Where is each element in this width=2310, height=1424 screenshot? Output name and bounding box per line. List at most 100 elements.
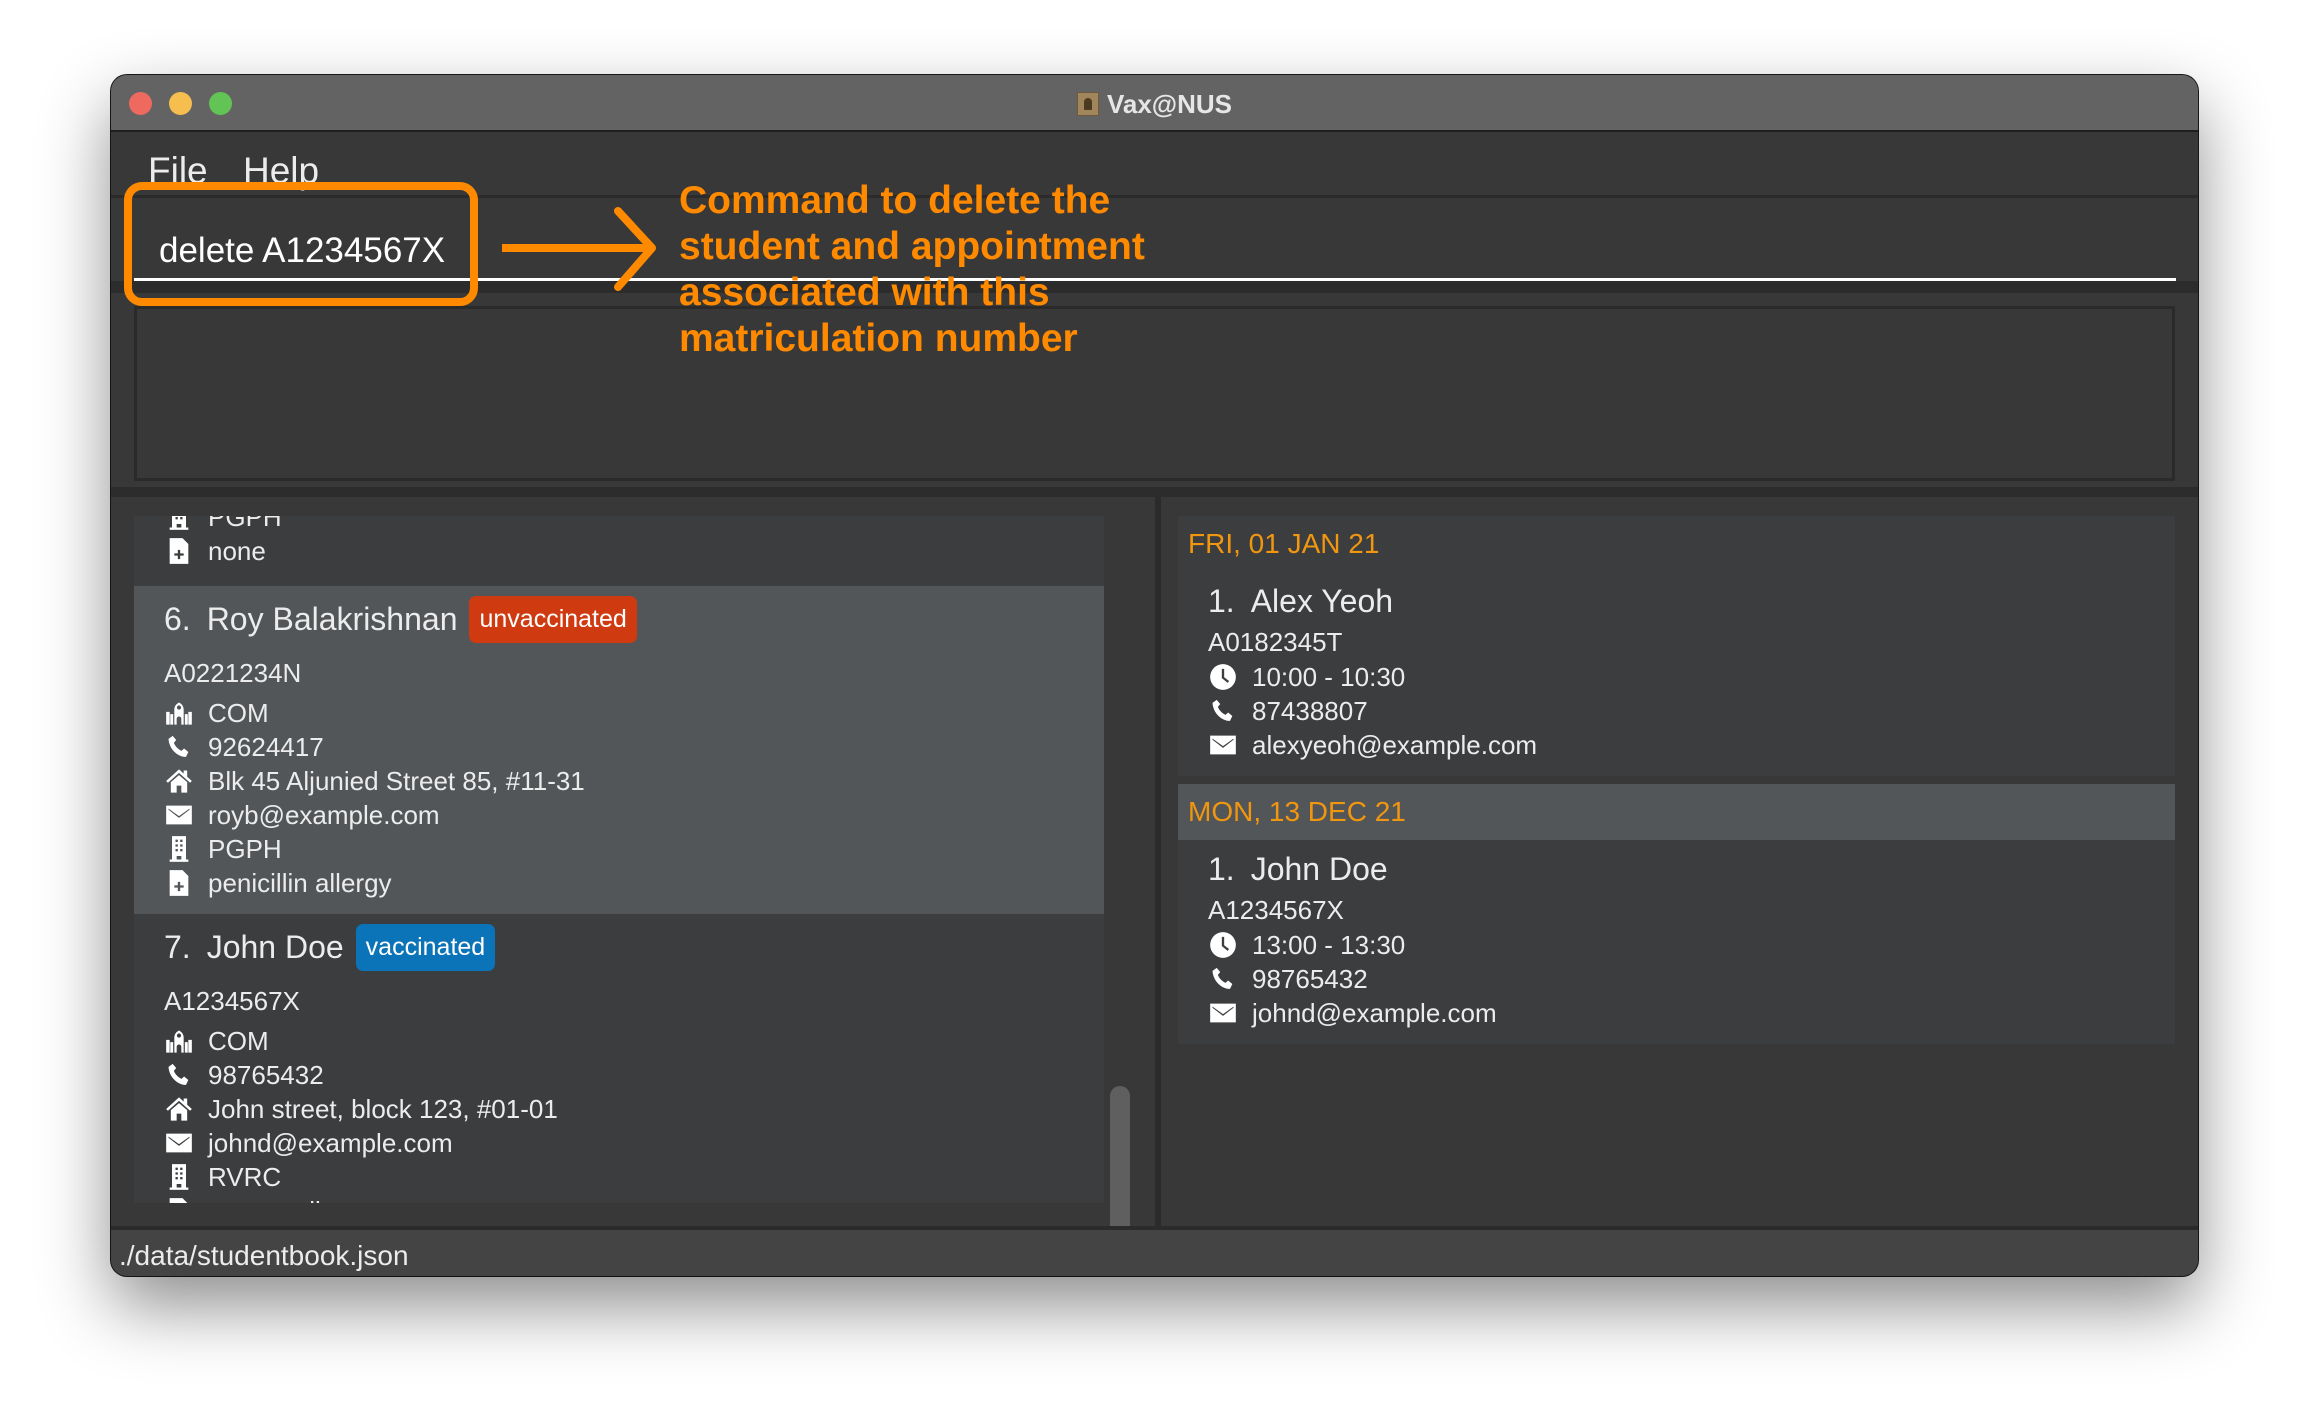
- student-index: 7.: [164, 928, 191, 965]
- email-icon: [164, 1128, 194, 1158]
- annotation-line: associated with this: [679, 271, 1050, 314]
- housing-row: RVRC: [164, 1160, 1104, 1194]
- appointment-card[interactable]: 1. Alex Yeoh A0182345T 10:00 - 10:30 874…: [1178, 572, 2175, 776]
- appointment-date-header[interactable]: MON, 13 DEC 21: [1178, 784, 2175, 840]
- annotation-highlight-box: [124, 182, 478, 306]
- phone-icon: [164, 732, 194, 762]
- time-value: 10:00 - 10:30: [1252, 661, 1406, 692]
- housing-value: PGPH: [208, 516, 282, 532]
- phone-icon: [164, 1060, 194, 1090]
- home-icon: [164, 766, 194, 796]
- phone-icon: [1208, 696, 1238, 726]
- vaccination-status-badge: vaccinated: [355, 923, 496, 971]
- home-icon: [164, 1094, 194, 1124]
- title-bar: Vax@NUS: [111, 75, 2198, 132]
- matric-number: A0182345T: [1208, 626, 1343, 657]
- student-header: 7. John Doe vaccinated: [164, 916, 1104, 978]
- window-title: Vax@NUS: [1106, 89, 1233, 119]
- student-card[interactable]: 7. John Doe vaccinated A1234567X COM 987…: [134, 914, 1104, 1203]
- student-list-panel: PGPH none 6. Roy Balakrishnan unvaccinat…: [111, 497, 1155, 1268]
- email-icon: [1208, 998, 1238, 1028]
- address-row: Blk 45 Aljunied Street 85, #11-31: [164, 764, 1104, 798]
- email-row: johnd@example.com: [1208, 996, 2175, 1030]
- time-row: 13:00 - 13:30: [1208, 928, 2175, 962]
- housing-value: RVRC: [208, 1161, 282, 1192]
- section-divider: [111, 487, 2198, 497]
- email-row: alexyeoh@example.com: [1208, 728, 2175, 762]
- appointment-list[interactable]: FRI, 01 JAN 21 1. Alex Yeoh A0182345T 10…: [1178, 516, 2175, 1044]
- time-value: 13:00 - 13:30: [1252, 929, 1406, 960]
- matric-number: A1234567X: [1208, 894, 1344, 925]
- student-header: 6. Roy Balakrishnan unvaccinated: [164, 588, 1104, 650]
- email-row: royb@example.com: [164, 798, 1104, 832]
- faculty-value: COM: [208, 1025, 269, 1056]
- status-bar: ./data/studentbook.json: [111, 1226, 2198, 1276]
- annotation-text: Command to delete the student and appoin…: [679, 178, 1145, 362]
- phone-value: 92624417: [208, 731, 324, 762]
- annotation-line: student and appointment: [679, 225, 1145, 268]
- appointment-header: 1. John Doe: [1208, 846, 2175, 892]
- appointment-student-name: Alex Yeoh: [1250, 582, 1394, 619]
- appointment-header: 1. Alex Yeoh: [1208, 578, 2175, 624]
- email-value: johnd@example.com: [208, 1127, 453, 1158]
- medical-row: peanut allergy: [164, 1194, 1104, 1203]
- medical-row: none: [164, 534, 1104, 568]
- student-index: 6.: [164, 600, 191, 637]
- university-icon: [164, 698, 194, 728]
- annotation-arrow-icon: [502, 207, 656, 291]
- building-icon: [164, 834, 194, 864]
- medical-value: peanut allergy: [208, 1196, 371, 1204]
- email-icon: [1208, 730, 1238, 760]
- phone-row: 98765432: [164, 1058, 1104, 1092]
- housing-row: PGPH: [164, 832, 1104, 866]
- vaccination-status-badge: unvaccinated: [469, 595, 637, 643]
- student-card-partial[interactable]: PGPH none: [134, 516, 1104, 586]
- student-card[interactable]: 6. Roy Balakrishnan unvaccinated A022123…: [134, 586, 1104, 914]
- window-title-wrap: Vax@NUS: [111, 89, 2198, 120]
- medical-row: penicillin allergy: [164, 866, 1104, 900]
- address-row: John street, block 123, #01-01: [164, 1092, 1104, 1126]
- email-icon: [164, 800, 194, 830]
- medical-value: penicillin allergy: [208, 867, 392, 898]
- appointment-index: 1.: [1208, 582, 1235, 619]
- housing-value: PGPH: [208, 833, 282, 864]
- medical-file-icon: [164, 868, 194, 898]
- appointment-index: 1.: [1208, 850, 1235, 887]
- email-row: johnd@example.com: [164, 1126, 1104, 1160]
- appointment-date-header[interactable]: FRI, 01 JAN 21: [1178, 516, 2175, 572]
- faculty-row: COM: [164, 696, 1104, 730]
- appointment-card[interactable]: 1. John Doe A1234567X 13:00 - 13:30 9876…: [1178, 840, 2175, 1044]
- medical-file-icon: [164, 536, 194, 566]
- university-icon: [164, 1026, 194, 1056]
- student-name: John Doe: [206, 928, 344, 965]
- appointment-student-name: John Doe: [1250, 850, 1388, 887]
- student-name: Roy Balakrishnan: [206, 600, 458, 637]
- building-icon: [164, 516, 194, 532]
- status-file-path: ./data/studentbook.json: [119, 1240, 409, 1271]
- building-icon: [164, 1162, 194, 1192]
- faculty-row: COM: [164, 1024, 1104, 1058]
- clock-icon: [1208, 662, 1238, 692]
- matric-number: A0221234N: [164, 657, 302, 688]
- phone-icon: [1208, 964, 1238, 994]
- matric-number: A1234567X: [164, 985, 300, 1016]
- phone-value: 87438807: [1252, 695, 1368, 726]
- group-gap: [1178, 776, 2175, 784]
- email-value: alexyeoh@example.com: [1252, 729, 1538, 760]
- address-value: John street, block 123, #01-01: [208, 1093, 558, 1124]
- phone-row: 87438807: [1208, 694, 2175, 728]
- appointment-list-panel: FRI, 01 JAN 21 1. Alex Yeoh A0182345T 10…: [1161, 497, 2198, 1226]
- phone-row: 92624417: [164, 730, 1104, 764]
- phone-value: 98765432: [208, 1059, 324, 1090]
- email-value: royb@example.com: [208, 799, 440, 830]
- time-row: 10:00 - 10:30: [1208, 660, 2175, 694]
- clock-icon: [1208, 930, 1238, 960]
- address-value: Blk 45 Aljunied Street 85, #11-31: [208, 765, 585, 796]
- annotation-line: matriculation number: [679, 317, 1078, 360]
- phone-value: 98765432: [1252, 963, 1368, 994]
- student-list[interactable]: PGPH none 6. Roy Balakrishnan unvaccinat…: [134, 516, 1104, 1203]
- faculty-value: COM: [208, 697, 269, 728]
- app-icon: [1076, 92, 1099, 116]
- annotation-line: Command to delete the: [679, 179, 1111, 222]
- result-display: [134, 306, 2175, 481]
